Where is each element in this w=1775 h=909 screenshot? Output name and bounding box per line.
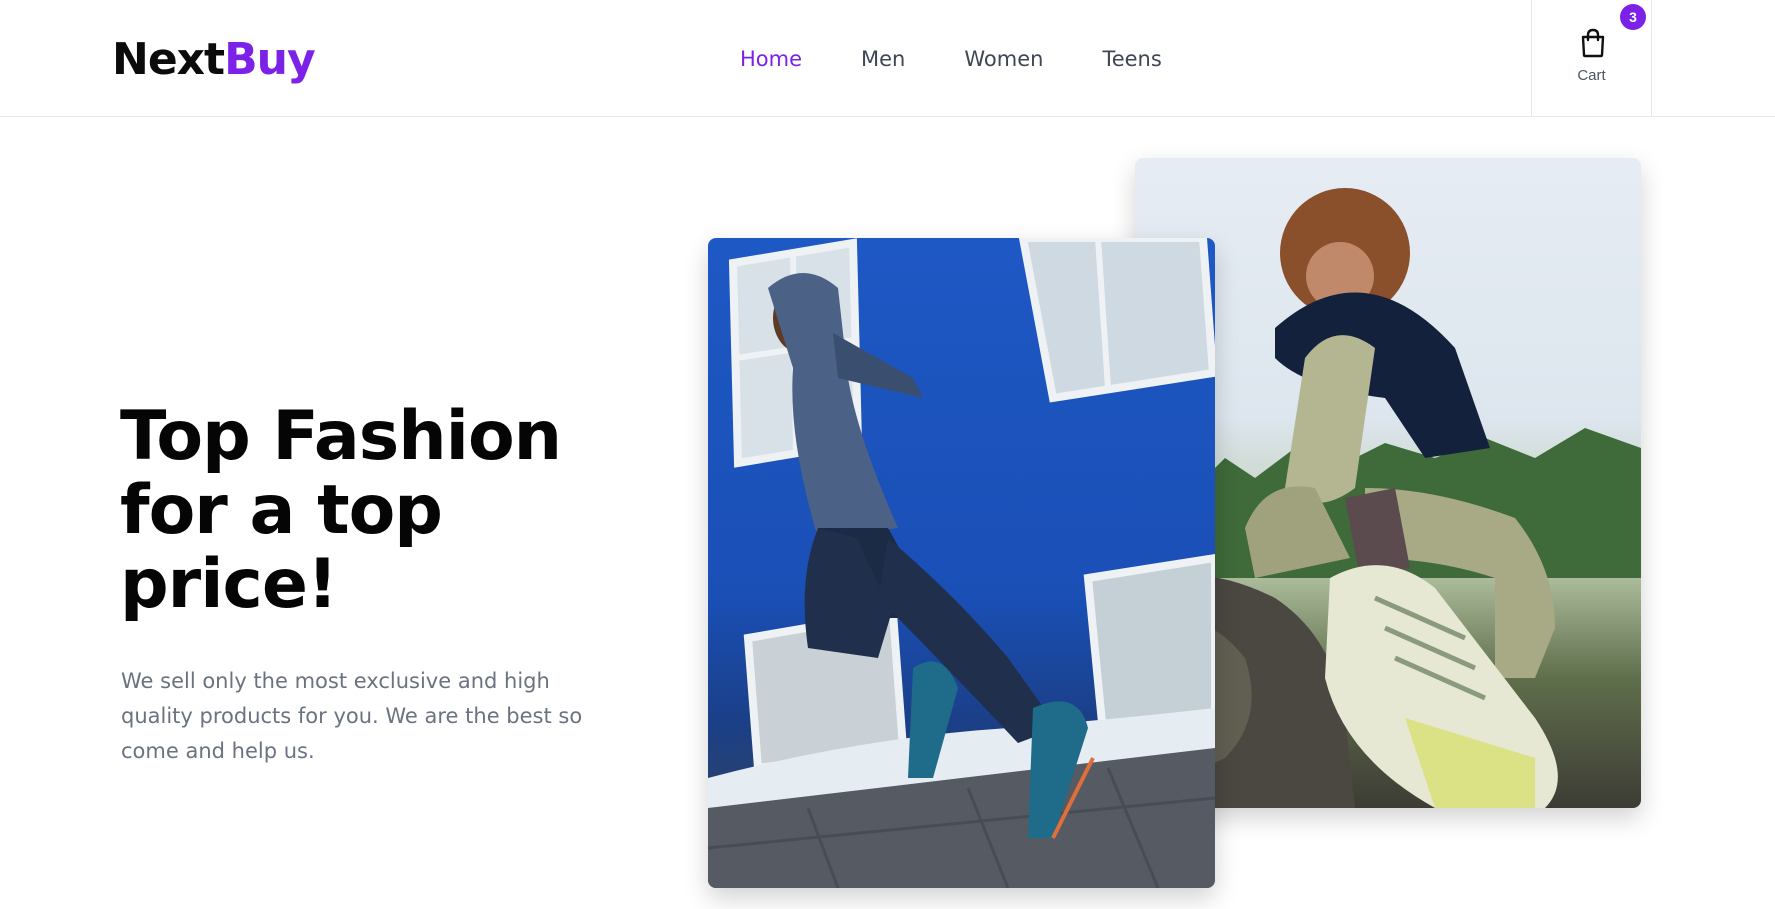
nav-item-women[interactable]: Women <box>964 44 1043 74</box>
hero-title-line-3: price! <box>120 545 338 624</box>
hero-title-line-1: Top Fashion <box>120 397 562 476</box>
nav-item-teens[interactable]: Teens <box>1102 44 1161 74</box>
logo-part-next: Next <box>112 34 225 85</box>
hero-title-line-2: for a top <box>120 471 443 550</box>
logo-part-buy: Buy <box>224 34 316 85</box>
main-nav: Home Men Women Teens <box>740 44 1221 74</box>
site-header: NextBuy Home Men Women Teens Cart 3 <box>0 0 1775 117</box>
man-running-photo <box>708 238 1215 888</box>
cart-count-badge: 3 <box>1620 4 1646 30</box>
nav-item-home[interactable]: Home <box>740 44 802 74</box>
brand-logo[interactable]: NextBuy <box>112 34 316 86</box>
hero-title: Top Fashion for a top price! <box>120 400 640 622</box>
shopping-bag-icon <box>1581 28 1605 58</box>
hero-description: We sell only the most exclusive and high… <box>121 669 583 763</box>
cart-label: Cart <box>1577 67 1606 84</box>
nav-item-men[interactable]: Men <box>861 44 905 74</box>
